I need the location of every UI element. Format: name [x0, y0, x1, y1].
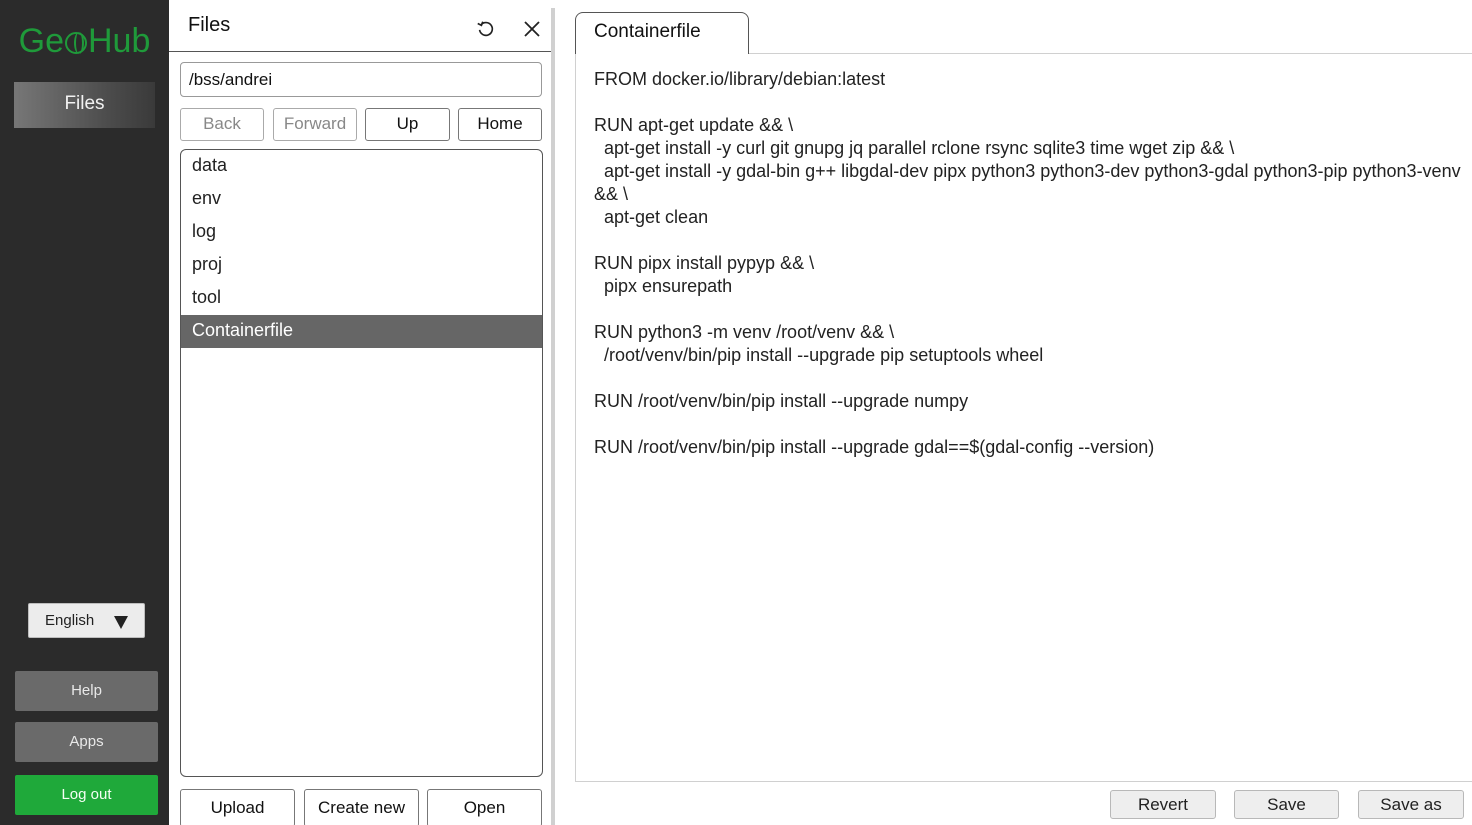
sidebar-item-files[interactable]: Files	[14, 82, 155, 128]
save-as-button[interactable]: Save as	[1358, 790, 1464, 819]
apps-button[interactable]: Apps	[15, 722, 158, 762]
file-list: data env log proj tool Containerfile	[180, 149, 543, 777]
logo-text-right: Hub	[87, 22, 151, 60]
list-item[interactable]: data	[181, 150, 542, 183]
sidebar: Ge Hub Files English Help Apps Log out	[0, 0, 169, 825]
logout-button[interactable]: Log out	[15, 775, 158, 815]
tab-containerfile[interactable]: Containerfile	[575, 12, 749, 54]
create-new-button[interactable]: Create new	[304, 789, 419, 825]
home-button[interactable]: Home	[458, 108, 542, 141]
list-item[interactable]: tool	[181, 282, 542, 315]
revert-button[interactable]: Revert	[1110, 790, 1216, 819]
upload-button[interactable]: Upload	[180, 789, 295, 825]
up-button[interactable]: Up	[365, 108, 450, 141]
code-line: apt-get install -y gdal-bin g++ libgdal-…	[594, 161, 1466, 204]
help-button[interactable]: Help	[15, 671, 158, 711]
files-header: Files	[169, 8, 551, 52]
refresh-icon[interactable]	[475, 18, 497, 40]
code-line: RUN /root/venv/bin/pip install --upgrade…	[594, 391, 969, 411]
files-panel-title: Files	[188, 14, 231, 36]
back-button[interactable]: Back	[180, 108, 264, 141]
dropdown-arrow-icon	[114, 616, 128, 629]
code-line: /root/venv/bin/pip install --upgrade pip…	[594, 345, 1044, 365]
forward-button[interactable]: Forward	[273, 108, 357, 141]
globe-icon	[64, 32, 87, 54]
code-line: apt-get install -y curl git gnupg jq par…	[594, 138, 1235, 158]
open-button[interactable]: Open	[427, 789, 542, 825]
code-line: FROM docker.io/library/debian:latest	[594, 69, 886, 89]
code-content: FROM docker.io/library/debian:latest RUN…	[594, 68, 1464, 459]
path-input[interactable]	[180, 62, 542, 97]
code-line: pipx ensurepath	[594, 276, 733, 296]
code-line: RUN pipx install pypyp && \	[594, 253, 815, 273]
code-editor[interactable]: FROM docker.io/library/debian:latest RUN…	[575, 54, 1472, 782]
language-select[interactable]: English	[28, 603, 145, 638]
code-line: RUN python3 -m venv /root/venv && \	[594, 322, 895, 342]
list-item[interactable]: Containerfile	[181, 315, 542, 348]
code-line: apt-get clean	[594, 207, 709, 227]
code-line: RUN apt-get update && \	[594, 115, 794, 135]
list-item[interactable]: proj	[181, 249, 542, 282]
list-item[interactable]: env	[181, 183, 542, 216]
close-icon[interactable]	[520, 17, 544, 41]
geohub-logo: Ge Hub	[0, 22, 169, 70]
save-button[interactable]: Save	[1234, 790, 1339, 819]
files-panel: Files Back Forward Up Home data env log …	[169, 8, 555, 825]
list-item[interactable]: log	[181, 216, 542, 249]
language-label: English	[45, 612, 95, 629]
code-line: RUN /root/venv/bin/pip install --upgrade…	[594, 437, 1155, 457]
editor-panel: Containerfile FROM docker.io/library/deb…	[559, 0, 1472, 825]
logo-text-left: Ge	[18, 22, 64, 60]
